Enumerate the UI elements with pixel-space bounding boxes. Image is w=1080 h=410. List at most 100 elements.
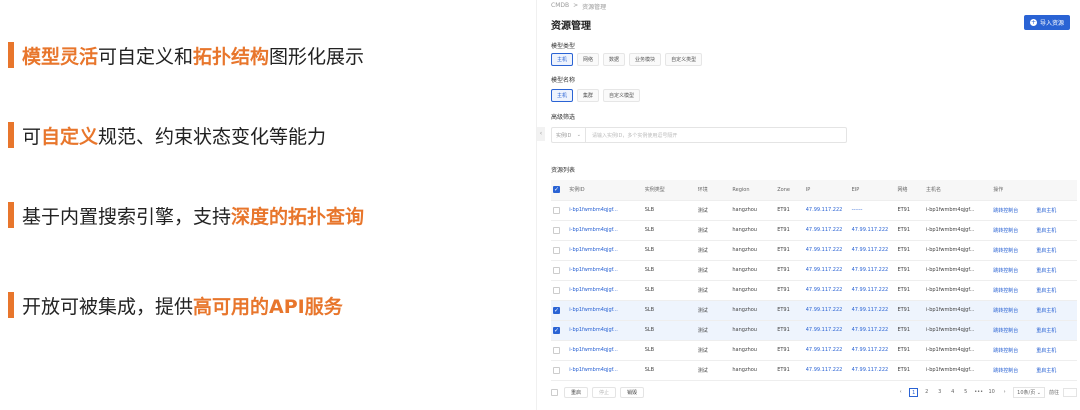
page-number[interactable]: 4 <box>948 388 957 397</box>
console-link[interactable]: 跳转控制台 <box>993 368 1018 374</box>
ip-cell: 47.99.117.222 <box>803 360 850 381</box>
model-type-chip[interactable]: 网络 <box>577 53 600 66</box>
model-type-chip[interactable]: 自定义类型 <box>665 53 703 66</box>
restart-host-link[interactable]: 重启主机 <box>1036 268 1056 274</box>
table-row[interactable]: i-bp1fwmbm4qjgf...SLB测试hangzhouET9147.99… <box>551 200 1077 221</box>
console-link[interactable]: 跳转控制台 <box>993 228 1018 234</box>
actions-cell: 跳转控制台 重启主机 <box>991 320 1077 341</box>
console-link[interactable]: 跳转控制台 <box>993 288 1018 294</box>
table-row[interactable]: i-bp1fwmbm4qjgf...SLB测试hangzhouET9147.99… <box>551 280 1077 301</box>
row-checkbox[interactable] <box>551 320 568 341</box>
env-cell: 测试 <box>695 340 731 361</box>
restart-button[interactable]: 重启 <box>564 386 589 398</box>
page-number[interactable]: 2 <box>922 388 931 397</box>
col-region: Region <box>730 180 776 201</box>
filter-select-label: 实例ID <box>556 132 572 139</box>
restart-host-link[interactable]: 重启主机 <box>1036 288 1056 294</box>
restart-host-link[interactable]: 重启主机 <box>1036 328 1056 334</box>
instance-id-link[interactable]: i-bp1fwmbm4qjgf... <box>567 360 643 381</box>
instance-type-cell: SLB <box>642 260 696 281</box>
goto-page-input[interactable] <box>1063 387 1077 397</box>
page-number[interactable]: ••• <box>974 388 983 397</box>
model-type-chip[interactable]: 数据 <box>603 53 626 66</box>
page-number[interactable]: 5 <box>961 388 970 397</box>
instance-id-link[interactable]: i-bp1fwmbm4qjgf... <box>567 260 643 281</box>
instance-id-link[interactable]: i-bp1fwmbm4qjgf... <box>567 220 643 241</box>
restart-host-link[interactable]: 重启主机 <box>1036 368 1056 374</box>
resource-panel: CMDB > 资源管理 资源管理 + 导入资源 模型类型 主机 网络 数据 业务模块自… <box>536 0 1080 410</box>
row-checkbox[interactable] <box>551 240 568 261</box>
model-name-chips: 主机 集群 自定义模型 <box>551 89 641 102</box>
console-link[interactable]: 跳转控制台 <box>993 268 1018 274</box>
table-row[interactable]: i-bp1fwmbm4qjgf...SLB测试hangzhouET9147.99… <box>551 320 1077 341</box>
actions-cell: 跳转控制台 重启主机 <box>991 280 1077 301</box>
row-checkbox[interactable] <box>551 260 568 281</box>
table-row[interactable]: i-bp1fwmbm4qjgf...SLB测试hangzhouET9147.99… <box>551 260 1077 281</box>
instance-id-link[interactable]: i-bp1fwmbm4qjgf... <box>567 200 643 221</box>
zone-cell: ET91 <box>775 280 804 301</box>
page-size-select[interactable]: 10条/页 ⌄ <box>1013 386 1045 398</box>
ip-cell: 47.99.117.222 <box>803 300 850 321</box>
destroy-button[interactable]: 销毁 <box>620 386 645 398</box>
instance-id-link[interactable]: i-bp1fwmbm4qjgf... <box>567 300 643 321</box>
model-name-chip[interactable]: 主机 <box>551 89 574 102</box>
console-link[interactable]: 跳转控制台 <box>993 348 1018 354</box>
restart-host-link[interactable]: 重启主机 <box>1036 248 1056 254</box>
collapse-left-icon[interactable]: ‹ <box>537 127 545 141</box>
bullet-highlight: 拓扑结构 <box>193 45 270 68</box>
console-link[interactable]: 跳转控制台 <box>993 308 1018 314</box>
row-checkbox[interactable] <box>551 200 568 221</box>
instance-type-cell: SLB <box>642 360 696 381</box>
model-type-chip[interactable]: 主机 <box>551 53 574 66</box>
restart-host-link[interactable]: 重启主机 <box>1036 208 1056 214</box>
page-number[interactable]: 3 <box>935 388 944 397</box>
bullet-segment: 开放可被集成，提供 <box>22 295 194 318</box>
bullet-text: 可自定义规范、约束状态变化等能力 <box>22 122 326 149</box>
table-row[interactable]: i-bp1fwmbm4qjgf...SLB测试hangzhouET9147.99… <box>551 240 1077 261</box>
col-env: 环境 <box>695 180 731 201</box>
zone-cell: ET91 <box>775 340 804 361</box>
table-row[interactable]: i-bp1fwmbm4qjgf...SLB测试hangzhouET9147.99… <box>551 220 1077 241</box>
env-cell: 测试 <box>695 280 731 301</box>
filter-input[interactable]: 请输入实例ID，多个实例使用逗号隔开 <box>586 132 677 139</box>
env-cell: 测试 <box>695 300 731 321</box>
model-type-chip[interactable]: 业务模块 <box>629 53 662 66</box>
row-checkbox[interactable] <box>551 280 568 301</box>
page-number[interactable]: 1 <box>909 387 919 397</box>
console-link[interactable]: 跳转控制台 <box>993 248 1018 254</box>
stop-button[interactable]: 停止 <box>592 386 617 398</box>
breadcrumb-root[interactable]: CMDB <box>551 2 569 11</box>
table-row[interactable]: i-bp1fwmbm4qjgf...SLB测试hangzhouET9147.99… <box>551 360 1077 381</box>
actions-cell: 跳转控制台 重启主机 <box>991 300 1077 321</box>
restart-host-link[interactable]: 重启主机 <box>1036 228 1056 234</box>
prev-page-icon[interactable]: ‹ <box>896 388 905 397</box>
filter-field-select[interactable]: 实例ID ⌄ <box>552 128 586 142</box>
row-checkbox[interactable] <box>551 300 568 321</box>
row-checkbox[interactable] <box>551 340 568 361</box>
table-row[interactable]: i-bp1fwmbm4qjgf...SLB测试hangzhouET9147.99… <box>551 340 1077 361</box>
instance-id-link[interactable]: i-bp1fwmbm4qjgf... <box>567 320 643 341</box>
region-cell: hangzhou <box>730 320 776 341</box>
footer-select-checkbox[interactable] <box>551 388 558 396</box>
console-link[interactable]: 跳转控制台 <box>993 328 1018 334</box>
instance-id-link[interactable]: i-bp1fwmbm4qjgf... <box>567 280 643 301</box>
table-row[interactable]: i-bp1fwmbm4qjgf...SLB测试hangzhouET9147.99… <box>551 300 1077 321</box>
restart-host-link[interactable]: 重启主机 <box>1036 308 1056 314</box>
instance-id-link[interactable]: i-bp1fwmbm4qjgf... <box>567 340 643 361</box>
row-checkbox[interactable] <box>551 220 568 241</box>
network-cell: ET91 <box>895 320 924 341</box>
select-all-checkbox[interactable] <box>551 180 568 201</box>
model-name-chip[interactable]: 自定义模型 <box>603 89 641 102</box>
restart-host-link[interactable]: 重启主机 <box>1036 348 1056 354</box>
next-page-icon[interactable]: › <box>1000 388 1009 397</box>
instance-type-cell: SLB <box>642 280 696 301</box>
row-checkbox[interactable] <box>551 360 568 381</box>
hostname-cell: i-bp1fwmbm4qjgf... <box>924 240 992 261</box>
network-cell: ET91 <box>895 220 924 241</box>
model-name-chip[interactable]: 集群 <box>577 89 600 102</box>
instance-id-link[interactable]: i-bp1fwmbm4qjgf... <box>567 240 643 261</box>
console-link[interactable]: 跳转控制台 <box>993 208 1018 214</box>
import-resource-button[interactable]: + 导入资源 <box>1023 15 1070 30</box>
ip-cell: 47.99.117.222 <box>803 220 850 241</box>
page-number[interactable]: 10 <box>987 388 996 397</box>
